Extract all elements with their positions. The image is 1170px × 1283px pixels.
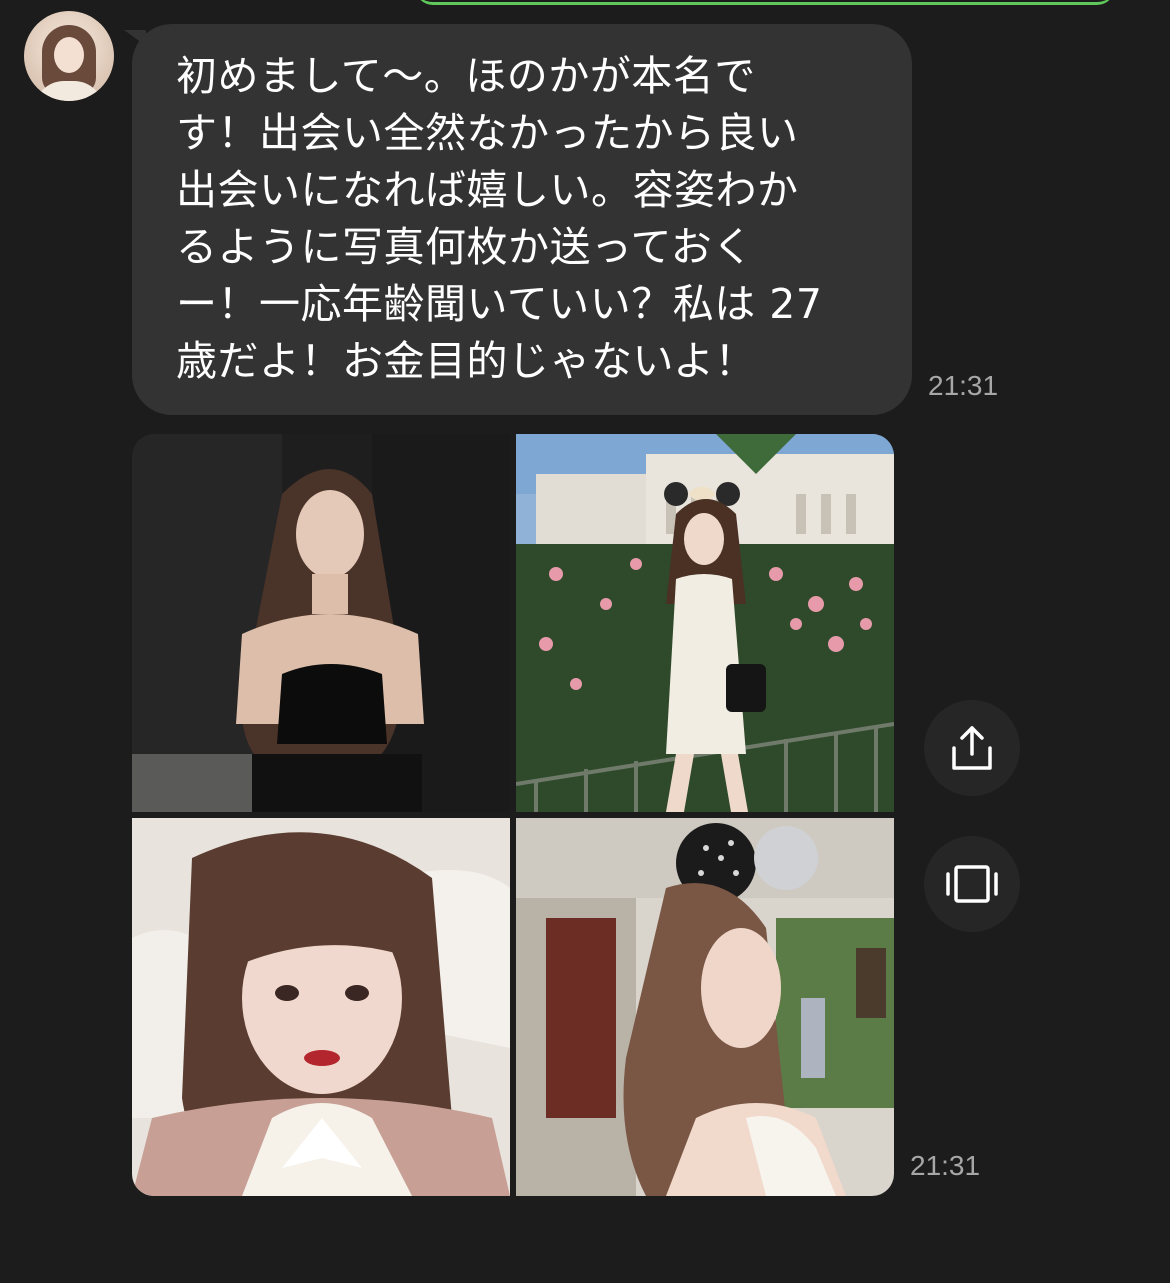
chat-screen: 初めまして〜。ほのかが本名で す！出会い全然なかったから良い 出会いになれば嬉し… — [0, 0, 1170, 1283]
incoming-message-bubble[interactable]: 初めまして〜。ほのかが本名で す！出会い全然なかったから良い 出会いになれば嬉し… — [132, 24, 912, 415]
message-timestamp: 21:31 — [928, 370, 999, 401]
message-line: 歳だよ！お金目的じゃないよ！ — [176, 337, 757, 385]
message-line: 初めまして〜。ほのかが本名で — [176, 52, 756, 100]
album-icon — [946, 865, 998, 903]
outgoing-message-bubble-edge[interactable] — [415, 0, 1115, 5]
avatar-face — [54, 37, 84, 73]
photo-thumbnail-3[interactable] — [132, 818, 510, 1196]
photo-thumbnail-4[interactable] — [516, 818, 894, 1196]
photo-thumbnail-2[interactable] — [516, 434, 894, 812]
photos-timestamp: 21:31 — [910, 1150, 981, 1181]
album-button[interactable] — [924, 836, 1020, 932]
sender-avatar[interactable] — [24, 11, 114, 101]
share-button[interactable] — [924, 700, 1020, 796]
message-line: ー！一応年齢聞いていい？私は 27 — [176, 280, 823, 328]
photo-thumbnail-1[interactable] — [132, 434, 510, 812]
message-line: 出会いになれば嬉しい。容姿わか — [176, 166, 799, 214]
message-line: す！出会い全然なかったから良い — [176, 109, 799, 157]
share-icon — [952, 726, 992, 770]
message-line: るように写真何枚か送っておく — [176, 223, 754, 271]
